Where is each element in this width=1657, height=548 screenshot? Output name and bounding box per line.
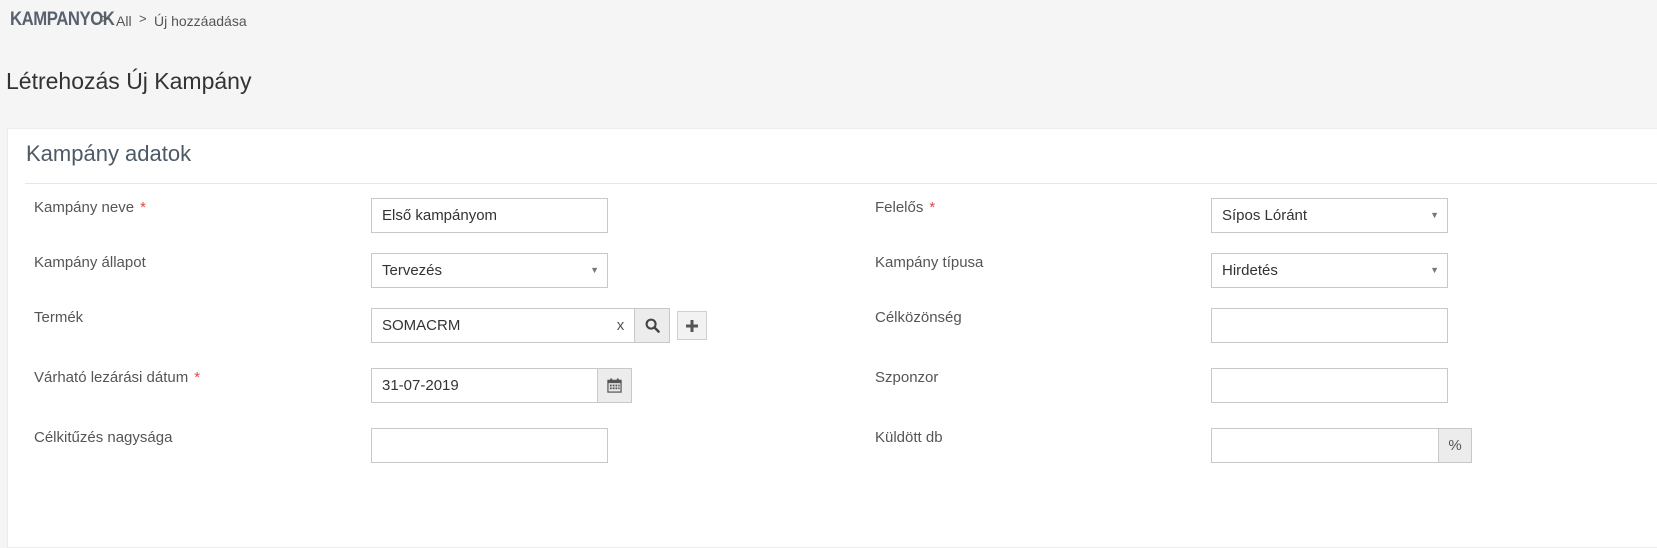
search-icon xyxy=(645,318,660,333)
field-label-target-audience: Célközönség xyxy=(875,309,962,326)
campaign-details-panel: Kampány adatok Kampány neve * Első kampán… xyxy=(7,128,1657,548)
target-audience-input[interactable] xyxy=(1211,308,1448,343)
breadcrumb: KAMPANYOK > All > Új hozzáadása xyxy=(0,0,1657,44)
product-clear-button[interactable]: x xyxy=(607,308,635,343)
campaign-status-select[interactable]: Tervezés ▼ xyxy=(371,253,608,288)
owner-select[interactable]: Sípos Lóránt ▼ xyxy=(1211,198,1448,233)
field-label-owner: Felelős * xyxy=(875,199,936,216)
sponsor-input[interactable] xyxy=(1211,368,1448,403)
chevron-right-icon: > xyxy=(101,11,109,26)
field-label-campaign-status: Kampány állapot xyxy=(34,254,146,271)
required-mark: * xyxy=(929,199,936,216)
field-label-goal-size: Célkitűzés nagysága xyxy=(34,429,173,446)
breadcrumb-item-current: Új hozzáadása xyxy=(154,13,247,29)
field-label-expected-close-date: Várható lezárási dátum * xyxy=(34,369,201,386)
field-label-product: Termék xyxy=(34,309,84,326)
percent-addon: % xyxy=(1438,428,1472,463)
campaign-type-select[interactable]: Hirdetés ▼ xyxy=(1211,253,1448,288)
required-mark: * xyxy=(194,369,201,386)
field-label-campaign-name: Kampány neve * xyxy=(34,199,146,216)
chevron-right-icon: > xyxy=(139,11,147,26)
campaign-name-input[interactable]: Első kampányom xyxy=(371,198,608,233)
field-label-sponsor: Szponzor xyxy=(875,369,939,386)
product-input[interactable]: SOMACRM xyxy=(371,308,608,343)
product-search-button[interactable] xyxy=(634,308,670,343)
date-picker-button[interactable] xyxy=(597,368,632,403)
page-title: Létrehozás Új Kampány xyxy=(6,68,252,94)
add-product-button[interactable] xyxy=(677,311,707,340)
panel-divider xyxy=(25,183,1657,184)
caret-down-icon: ▼ xyxy=(590,265,599,275)
plus-icon xyxy=(686,319,698,332)
caret-down-icon: ▼ xyxy=(1430,210,1439,220)
goal-size-input[interactable] xyxy=(371,428,608,463)
caret-down-icon: ▼ xyxy=(1430,265,1439,275)
field-label-campaign-type: Kampány típusa xyxy=(875,254,984,271)
sent-count-input[interactable] xyxy=(1211,428,1439,463)
required-mark: * xyxy=(140,199,146,216)
panel-title: Kampány adatok xyxy=(26,141,192,166)
breadcrumb-item-all[interactable]: All xyxy=(116,13,132,29)
expected-close-date-input[interactable]: 31-07-2019 xyxy=(371,368,598,403)
brand-logo[interactable]: KAMPANYOK xyxy=(10,9,115,31)
calendar-icon xyxy=(607,378,622,393)
field-label-sent-count: Küldött db xyxy=(875,429,943,446)
